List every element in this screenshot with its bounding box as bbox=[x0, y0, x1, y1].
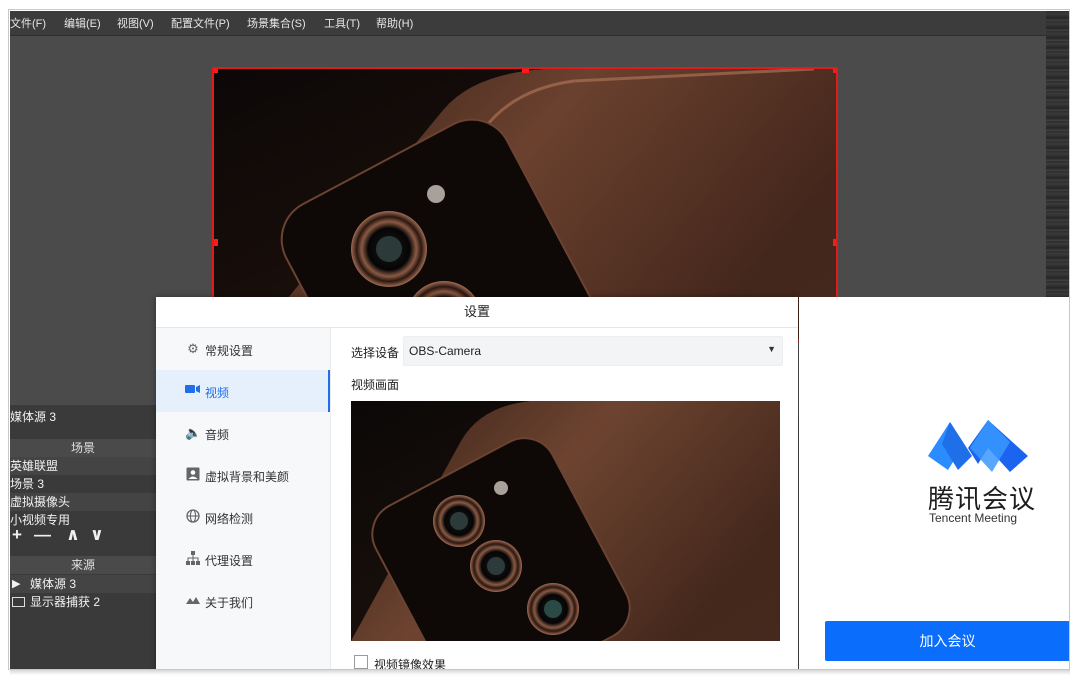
nav-network-test[interactable]: 网络检测 bbox=[156, 496, 330, 538]
menu-profile[interactable]: 配置文件(P) bbox=[171, 15, 230, 31]
settings-title: 设置 bbox=[156, 297, 798, 328]
nav-label: 视频 bbox=[205, 386, 230, 400]
scene-item[interactable]: 虚拟摄像头 bbox=[10, 493, 156, 511]
settings-dialog: 设置 ⚙ 常规设置 视频 🔈 音频 虚拟背景和美颜 网络检测 代理设置 关于我们… bbox=[156, 297, 798, 670]
video-preview bbox=[351, 401, 780, 641]
device-select[interactable]: OBS-Camera ▼ bbox=[403, 336, 783, 366]
monitor-icon bbox=[12, 597, 25, 607]
camera-preview-image bbox=[351, 401, 780, 641]
device-label: 选择设备 bbox=[351, 346, 400, 360]
resize-handle-r[interactable] bbox=[833, 239, 836, 246]
scene-item[interactable]: 英雄联盟 bbox=[10, 457, 156, 475]
preview-label: 视频画面 bbox=[351, 378, 400, 392]
nav-audio[interactable]: 🔈 音频 bbox=[156, 412, 330, 454]
nav-label: 代理设置 bbox=[205, 554, 254, 568]
mirror-label: 视频镜像效果 bbox=[374, 658, 447, 670]
settings-sidebar: ⚙ 常规设置 视频 🔈 音频 虚拟背景和美颜 网络检测 代理设置 关于我们 bbox=[156, 328, 331, 670]
menu-file[interactable]: 文件(F) bbox=[10, 15, 46, 31]
menu-help[interactable]: 帮助(H) bbox=[376, 15, 413, 31]
menu-view[interactable]: 视图(V) bbox=[117, 15, 154, 31]
source-label: 显示器捕获 2 bbox=[30, 595, 101, 609]
source-label: 媒体源 3 bbox=[30, 577, 77, 591]
nav-general[interactable]: ⚙ 常规设置 bbox=[156, 328, 330, 370]
remove-scene-button[interactable]: — bbox=[34, 525, 51, 545]
app-name-en: Tencent Meeting bbox=[929, 511, 1018, 525]
scene-item[interactable]: 场景 3 bbox=[10, 475, 156, 493]
tencent-meeting-logo-icon bbox=[928, 420, 1028, 472]
obs-docks: 媒体源 3 场景 英雄联盟 场景 3 虚拟摄像头 小视频专用 + — ∧ ∨ 来… bbox=[10, 405, 158, 670]
menu-scene-collection[interactable]: 场景集合(S) bbox=[247, 15, 306, 31]
tencent-meeting-panel: 腾讯会议 Tencent Meeting 加入会议 bbox=[799, 297, 1070, 670]
menu-edit[interactable]: 编辑(E) bbox=[64, 15, 101, 31]
media-source-label: 媒体源 3 bbox=[10, 410, 57, 424]
nav-proxy[interactable]: 代理设置 bbox=[156, 538, 330, 580]
video-settings-panel: 选择设备 OBS-Camera ▼ 视频画面 视频镜像效果 bbox=[332, 328, 798, 670]
add-scene-button[interactable]: + bbox=[12, 525, 22, 545]
portrait-icon bbox=[185, 467, 201, 483]
nav-label: 网络检测 bbox=[205, 512, 254, 526]
scenes-dock-title: 场景 bbox=[10, 439, 156, 457]
scene-item[interactable]: 小视频专用 bbox=[10, 511, 156, 529]
network-tree-icon bbox=[185, 551, 201, 567]
mirror-checkbox[interactable] bbox=[354, 655, 368, 669]
resize-handle-tr[interactable] bbox=[833, 69, 836, 73]
device-select-value: OBS-Camera bbox=[409, 344, 482, 358]
play-icon: ▶ bbox=[12, 578, 21, 590]
speaker-icon: 🔈 bbox=[185, 425, 202, 440]
nav-label: 虚拟背景和美颜 bbox=[205, 470, 290, 484]
nav-virtual-background[interactable]: 虚拟背景和美颜 bbox=[156, 454, 330, 496]
move-scene-up-button[interactable]: ∧ bbox=[66, 525, 80, 545]
source-item[interactable]: ▶ 媒体源 3 bbox=[10, 575, 156, 593]
frame-shadow bbox=[10, 670, 1070, 675]
obs-menubar: 文件(F) 编辑(E) 视图(V) 配置文件(P) 场景集合(S) 工具(T) … bbox=[10, 11, 1070, 36]
resize-handle-t[interactable] bbox=[522, 69, 529, 73]
chevron-down-icon: ▼ bbox=[767, 344, 776, 354]
source-item[interactable]: 显示器捕获 2 bbox=[10, 593, 156, 611]
globe-icon bbox=[185, 509, 201, 525]
sources-dock-title: 来源 bbox=[10, 556, 156, 574]
tencent-meeting-logo-icon bbox=[185, 593, 201, 609]
menu-tools[interactable]: 工具(T) bbox=[324, 15, 360, 31]
nav-label: 常规设置 bbox=[205, 344, 254, 358]
nav-label: 音频 bbox=[205, 428, 230, 442]
resize-handle-tl[interactable] bbox=[214, 69, 218, 73]
video-camera-icon bbox=[185, 383, 201, 399]
gear-icon: ⚙ bbox=[187, 341, 199, 356]
nav-video[interactable]: 视频 bbox=[156, 370, 330, 412]
resize-handle-l[interactable] bbox=[214, 239, 218, 246]
nav-label: 关于我们 bbox=[205, 596, 254, 610]
move-scene-down-button[interactable]: ∨ bbox=[90, 525, 104, 545]
nav-about[interactable]: 关于我们 bbox=[156, 580, 330, 622]
join-meeting-button[interactable]: 加入会议 bbox=[825, 621, 1070, 661]
